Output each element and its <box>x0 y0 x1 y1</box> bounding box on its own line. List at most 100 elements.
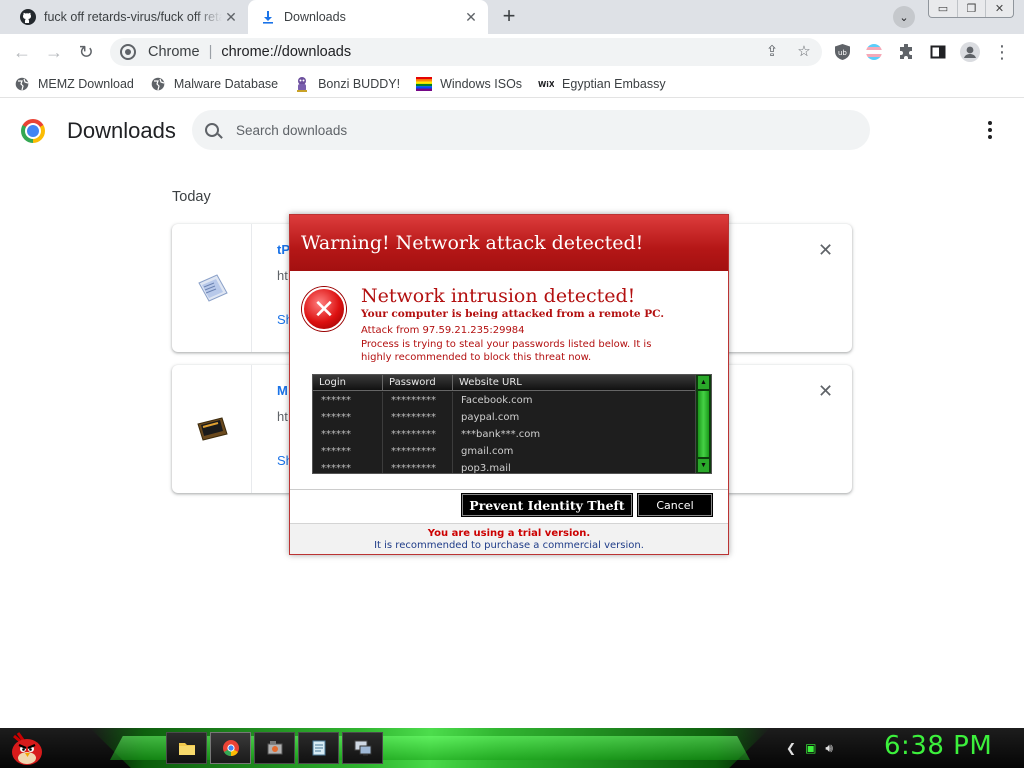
column-header-login[interactable]: Login <box>313 375 383 390</box>
taskbar-clock[interactable]: 6:38 PM <box>884 731 992 761</box>
password-cell: ********* <box>383 426 453 443</box>
bookmark-label: Windows ISOs <box>440 76 523 91</box>
bonzi-icon <box>294 76 310 92</box>
website-cell: gmail.com <box>461 446 514 457</box>
network-monitor-icon[interactable]: ▣ <box>805 741 816 755</box>
scroll-down-icon[interactable]: ▼ <box>698 459 709 472</box>
website-cell: paypal.com <box>461 412 520 423</box>
share-icon[interactable]: ⇪ <box>762 42 782 60</box>
download-icon <box>260 9 276 25</box>
remove-download-icon[interactable]: ✕ <box>818 240 833 261</box>
close-icon[interactable]: ✕ <box>222 8 240 26</box>
start-button-angry-bird-icon[interactable] <box>8 730 46 766</box>
download-filename[interactable]: M <box>277 383 288 398</box>
search-downloads[interactable] <box>192 110 870 150</box>
globe-icon <box>150 76 166 92</box>
address-bar[interactable]: Chrome | chrome://downloads ⇪ ☆ <box>110 38 822 66</box>
svg-text:ub: ub <box>838 49 847 57</box>
window-controls: ▭ ❐ ✕ <box>928 0 1014 18</box>
purchase-notice: It is recommended to purchase a commerci… <box>374 540 644 551</box>
table-scrollbar[interactable]: ▲ ▼ <box>695 375 711 473</box>
table-rows: ****** ********* Facebook.com ****** ***… <box>313 392 695 474</box>
file-explorer-icon[interactable] <box>166 732 207 764</box>
column-header-password[interactable]: Password <box>383 375 453 390</box>
table-row[interactable]: ****** ********* paypal.com <box>313 409 695 426</box>
more-actions-icon[interactable] <box>980 120 1000 140</box>
side-panel-icon[interactable] <box>928 42 948 62</box>
bookmark-windows-isos[interactable]: Windows ISOs <box>416 76 522 92</box>
volume-icon[interactable]: 🔊︎ <box>825 741 833 756</box>
chrome-site-icon <box>120 44 136 60</box>
chevron-down-icon: ⌄ <box>899 11 909 24</box>
search-icon <box>205 123 219 137</box>
bookmark-label: Bonzi BUDDY! <box>318 76 401 91</box>
website-cell: Facebook.com <box>461 395 533 406</box>
date-section-heading: Today <box>172 189 211 205</box>
table-row[interactable]: ****** ********* pop3.mail <box>313 460 695 474</box>
remote-desktop-icon[interactable] <box>342 732 383 764</box>
column-header-website[interactable]: Website URL <box>453 375 691 390</box>
reload-button[interactable]: ↻ <box>74 40 98 64</box>
trans-flag-extension-icon[interactable] <box>864 42 884 62</box>
download-file-icon-column <box>172 365 252 493</box>
globe-icon <box>14 76 30 92</box>
system-tray: ❮ ▣ 🔊︎ <box>786 728 833 768</box>
tab-downloads[interactable]: Downloads ✕ <box>248 0 488 34</box>
scroll-up-icon[interactable]: ▲ <box>698 376 709 389</box>
downloads-header: Downloads <box>0 98 1024 164</box>
prevent-identity-theft-button[interactable]: Prevent Identity Theft <box>461 493 633 517</box>
cancel-button[interactable]: Cancel <box>637 493 713 517</box>
remove-download-icon[interactable]: ✕ <box>818 381 833 402</box>
back-button[interactable]: ← <box>10 40 34 64</box>
login-cell: ****** <box>313 392 383 409</box>
notepad-icon[interactable] <box>298 732 339 764</box>
table-row[interactable]: ****** ********* gmail.com <box>313 443 695 460</box>
dialog-body: ✕ Network intrusion detected! Your compu… <box>290 271 728 489</box>
website-cell: ***bank***.com <box>461 429 541 440</box>
bookmark-star-icon[interactable]: ☆ <box>794 42 814 60</box>
download-url: ht <box>277 268 288 283</box>
search-input[interactable] <box>236 122 796 138</box>
close-window-icon[interactable]: ✕ <box>985 0 1013 17</box>
minimize-icon[interactable]: ▭ <box>929 0 957 17</box>
dialog-footer: You are using a trial version. It is rec… <box>290 523 728 554</box>
extensions-puzzle-icon[interactable] <box>896 42 916 62</box>
fake-warning-dialog: Warning! Network attack detected! ✕ Netw… <box>289 214 729 555</box>
process-warning-text: Process is trying to steal your password… <box>361 339 652 363</box>
login-cell: ****** <box>313 443 383 460</box>
site-chip: Chrome <box>148 44 200 60</box>
bookmark-bonzi-buddy[interactable]: Bonzi BUDDY! <box>294 76 400 92</box>
tab-github[interactable]: fuck off retards-virus/fuck off retards … <box>8 0 248 34</box>
wix-icon: WiX <box>538 76 554 92</box>
url-text[interactable]: chrome://downloads <box>221 44 351 60</box>
forward-button[interactable]: → <box>42 40 66 64</box>
chrome-icon[interactable] <box>210 732 251 764</box>
new-tab-button[interactable]: + <box>498 5 520 28</box>
website-cell: pop3.mail <box>461 463 511 474</box>
ublock-extension-icon[interactable]: ub <box>832 42 852 62</box>
close-icon[interactable]: ✕ <box>462 8 480 26</box>
chrome-menu-icon[interactable]: ⋮ <box>992 42 1012 62</box>
bookmark-memz[interactable]: MEMZ Download <box>14 76 134 92</box>
show-hidden-icons-chevron-icon[interactable]: ❮ <box>786 741 796 755</box>
browser-toolbar: ← → ↻ Chrome | chrome://downloads ⇪ ☆ ub… <box>0 34 1024 70</box>
bookmark-egyptian-embassy[interactable]: WiX Egyptian Embassy <box>538 76 666 92</box>
profile-avatar-icon[interactable] <box>960 42 980 62</box>
scrollbar-thumb[interactable] <box>698 391 709 457</box>
rainbow-flag-icon <box>416 76 433 92</box>
password-cell: ********* <box>383 409 453 426</box>
dialog-subheading: Your computer is being attacked from a r… <box>361 308 664 320</box>
url-separator: | <box>208 44 213 60</box>
bookmarks-bar: MEMZ Download Malware Database Bonzi BUD… <box>0 70 1024 98</box>
page-title: Downloads <box>67 118 176 143</box>
table-row[interactable]: ****** ********* Facebook.com <box>313 392 695 409</box>
media-icon[interactable] <box>254 732 295 764</box>
dialog-heading: Network intrusion detected! <box>361 285 636 307</box>
restore-icon[interactable]: ❐ <box>957 0 985 17</box>
bookmark-malware-database[interactable]: Malware Database <box>150 76 278 92</box>
table-row[interactable]: ****** ********* ***bank***.com <box>313 426 695 443</box>
dialog-title: Warning! Network attack detected! <box>290 215 728 271</box>
login-cell: ****** <box>313 409 383 426</box>
tab-search-button[interactable]: ⌄ <box>893 6 915 28</box>
tab-title: Downloads <box>284 10 346 24</box>
